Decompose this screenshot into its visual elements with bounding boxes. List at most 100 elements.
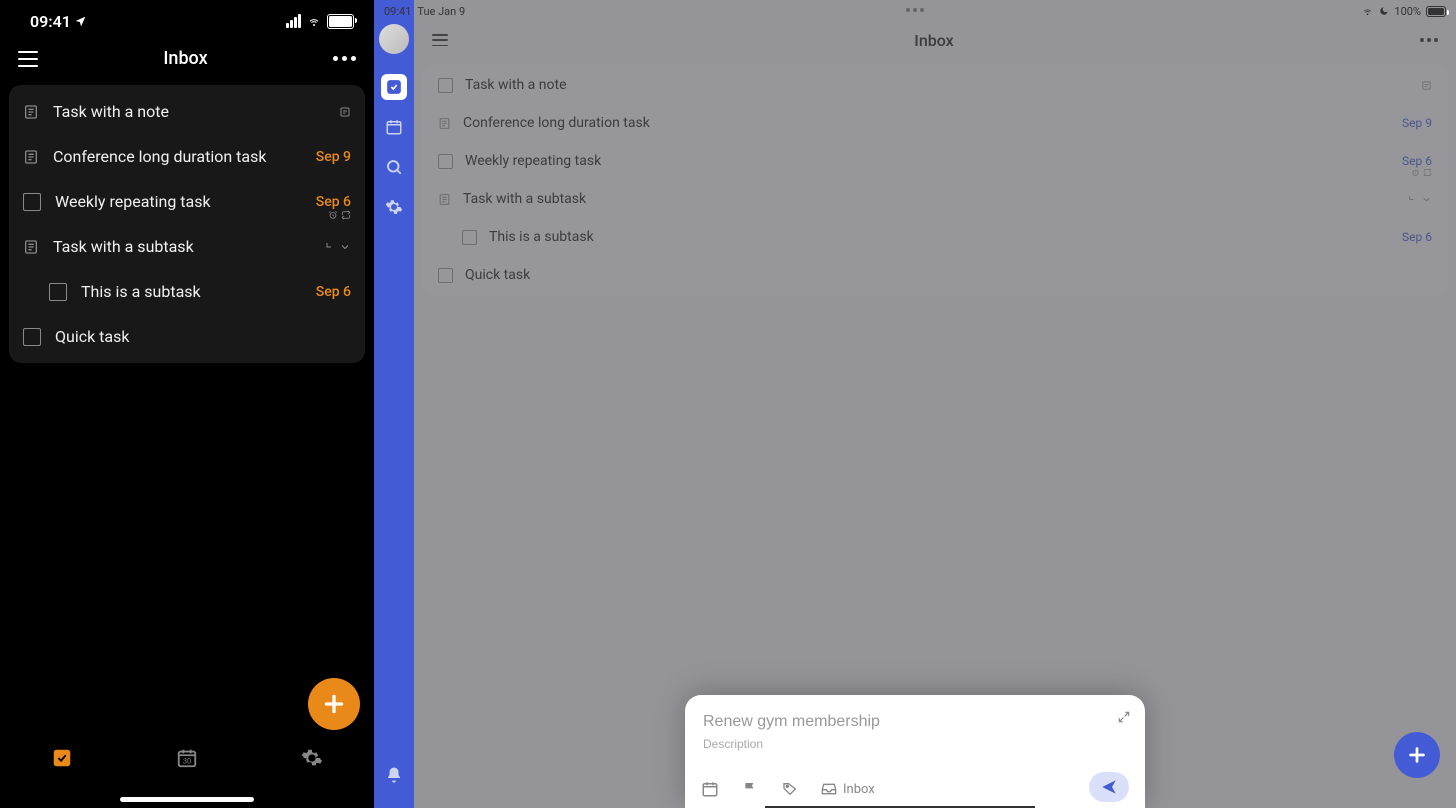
menu-button[interactable] — [432, 34, 448, 46]
task-title: Task with a subtask — [463, 191, 1406, 207]
flag-icon — [742, 781, 758, 797]
task-title: This is a subtask — [489, 229, 1402, 245]
multitasking-indicator[interactable] — [906, 8, 924, 12]
tab-calendar[interactable]: 30 — [174, 745, 200, 771]
task-row[interactable]: Weekly repeating task Sep 6 — [422, 142, 1448, 180]
task-date: Sep 6 — [316, 194, 351, 210]
chevron-down-icon[interactable] — [339, 241, 351, 253]
expand-button[interactable] — [1117, 709, 1131, 728]
priority-button[interactable] — [741, 780, 759, 798]
task-row[interactable]: Task with a subtask — [422, 180, 1448, 218]
checkbox[interactable] — [438, 268, 453, 283]
more-button[interactable] — [333, 56, 356, 61]
task-date: Sep 9 — [1402, 116, 1432, 130]
send-icon — [1100, 778, 1118, 796]
wifi-icon — [306, 15, 322, 27]
note-badge-icon — [339, 106, 351, 118]
task-title: Quick task — [465, 267, 1432, 283]
task-title: Weekly repeating task — [465, 153, 1402, 169]
note-icon — [23, 149, 39, 165]
plus-icon — [1406, 744, 1428, 766]
task-row[interactable]: Quick task — [9, 314, 365, 359]
ipad-battery-pct: 100% — [1394, 5, 1421, 18]
date-button[interactable] — [701, 780, 719, 798]
sidebar-calendar[interactable] — [381, 114, 407, 140]
note-icon — [438, 117, 451, 130]
location-icon — [74, 15, 87, 28]
task-row[interactable]: Conference long duration task Sep 9 — [9, 134, 365, 179]
checkmark-box-icon — [386, 79, 402, 95]
expand-icon — [1117, 710, 1131, 724]
checkbox[interactable] — [23, 193, 41, 211]
add-task-button[interactable] — [1394, 732, 1440, 778]
task-row[interactable]: Quick task — [422, 256, 1448, 294]
ipad-sidebar — [374, 0, 414, 808]
checkmark-box-icon — [51, 747, 73, 769]
repeat-icon — [1423, 168, 1432, 177]
home-indicator[interactable] — [120, 797, 254, 802]
add-task-button[interactable] — [308, 678, 360, 730]
task-title: Task with a subtask — [53, 237, 323, 256]
phone-time: 09:41 — [30, 12, 71, 31]
task-title: This is a subtask — [81, 282, 316, 301]
tag-icon — [782, 781, 798, 797]
task-title: Conference long duration task — [53, 147, 316, 166]
phone-tabbar: 30 — [0, 734, 374, 782]
bell-icon — [385, 766, 403, 784]
task-title-input[interactable] — [701, 712, 1133, 732]
tag-button[interactable] — [781, 780, 799, 798]
task-row[interactable]: This is a subtask Sep 6 — [422, 218, 1448, 256]
task-row[interactable]: Weekly repeating task Sep 6 — [9, 179, 365, 224]
task-row[interactable]: Task with a subtask — [9, 224, 365, 269]
chevron-down-icon[interactable] — [1421, 194, 1432, 205]
note-icon — [23, 239, 39, 255]
task-title: Task with a note — [53, 102, 339, 121]
task-date: Sep 6 — [316, 284, 351, 300]
task-title: Quick task — [55, 327, 351, 346]
task-row[interactable]: Conference long duration task Sep 9 — [422, 104, 1448, 142]
checkbox[interactable] — [462, 230, 477, 245]
ipad-title: Inbox — [448, 31, 1420, 50]
sidebar-search[interactable] — [381, 154, 407, 180]
task-row[interactable]: This is a subtask Sep 6 — [9, 269, 365, 314]
more-button[interactable] — [1420, 38, 1438, 42]
phone-title: Inbox — [38, 48, 333, 69]
list-selector[interactable]: Inbox — [821, 781, 875, 797]
checkbox[interactable] — [438, 78, 453, 93]
ipad-task-list: Task with a note Conference long duratio… — [422, 64, 1448, 296]
checkbox[interactable] — [23, 328, 41, 346]
calendar-icon: 30 — [176, 747, 198, 769]
alarm-icon — [1411, 168, 1420, 177]
tab-settings[interactable] — [299, 745, 325, 771]
tab-tasks[interactable] — [49, 745, 75, 771]
gear-icon — [301, 747, 323, 769]
avatar[interactable] — [379, 24, 409, 54]
note-icon — [438, 193, 451, 206]
gear-icon — [385, 198, 403, 216]
task-description-input[interactable] — [701, 736, 1133, 752]
task-date: Sep 9 — [316, 149, 351, 165]
note-icon — [23, 104, 39, 120]
checkbox[interactable] — [438, 154, 453, 169]
task-date: Sep 6 — [1402, 230, 1432, 244]
plus-icon — [321, 691, 347, 717]
menu-button[interactable] — [18, 51, 38, 67]
task-row[interactable]: Task with a note — [9, 89, 365, 134]
battery-icon — [1426, 6, 1446, 17]
sidebar-notifications[interactable] — [381, 762, 407, 788]
send-button[interactable] — [1089, 772, 1129, 802]
sidebar-tasks[interactable] — [381, 74, 407, 100]
moon-icon — [1379, 6, 1389, 16]
phone-statusbar: 09:41 — [0, 0, 374, 36]
sidebar-settings[interactable] — [381, 194, 407, 220]
checkbox[interactable] — [49, 283, 67, 301]
task-title: Weekly repeating task — [55, 192, 316, 211]
ipad-main: Inbox Task with a note Conference long d… — [414, 0, 1456, 808]
phone-panel: 09:41 Inbox Task with a note Conference … — [0, 0, 374, 808]
note-badge-icon — [1421, 80, 1432, 91]
ipad-panel: Inbox Task with a note Conference long d… — [374, 0, 1456, 808]
wifi-icon — [1361, 6, 1374, 16]
svg-text:30: 30 — [183, 757, 191, 766]
subtask-icon — [323, 241, 335, 253]
task-row[interactable]: Task with a note — [422, 66, 1448, 104]
